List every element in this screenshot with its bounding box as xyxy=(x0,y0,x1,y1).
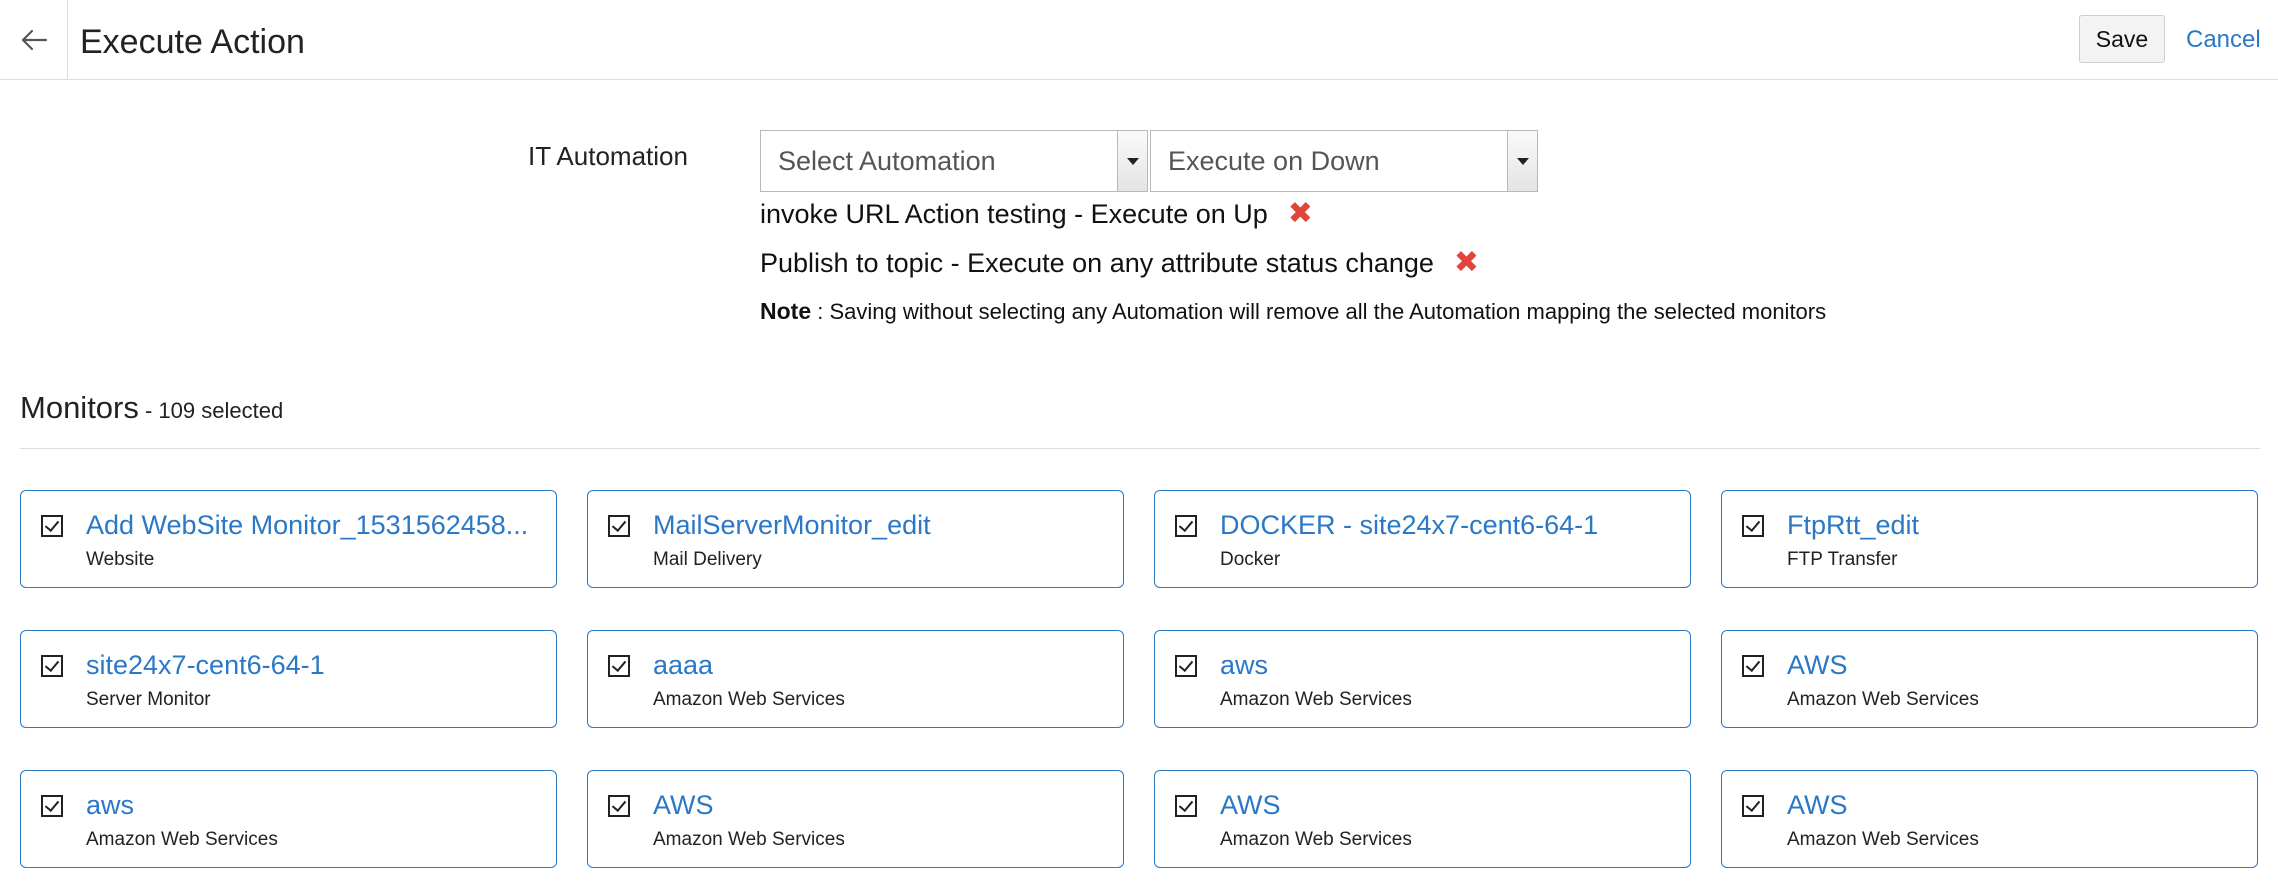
monitor-checkbox[interactable] xyxy=(41,795,63,817)
automation-mapping-item: Publish to topic - Execute on any attrib… xyxy=(760,246,1479,280)
monitor-checkbox[interactable] xyxy=(608,795,630,817)
execute-condition-dropdown[interactable]: Execute on Down xyxy=(1150,130,1538,192)
monitor-card[interactable]: AWS Amazon Web Services xyxy=(1154,770,1691,868)
monitor-type: Amazon Web Services xyxy=(1220,689,1412,710)
monitor-name-link[interactable]: AWS xyxy=(653,788,1108,822)
select-automation-dropdown[interactable]: Select Automation xyxy=(760,130,1148,192)
monitor-checkbox[interactable] xyxy=(1175,515,1197,537)
page-title: Execute Action xyxy=(80,23,305,61)
monitor-checkbox[interactable] xyxy=(1742,795,1764,817)
monitor-type: Mail Delivery xyxy=(653,549,762,570)
monitor-name-link[interactable]: site24x7-cent6-64-1 xyxy=(86,648,541,682)
monitor-type: Website xyxy=(86,549,155,570)
monitor-type: FTP Transfer xyxy=(1787,549,1898,570)
page-header: Execute Action Save Cancel xyxy=(0,0,2278,80)
monitor-checkbox[interactable] xyxy=(608,515,630,537)
monitor-checkbox[interactable] xyxy=(41,515,63,537)
remove-icon[interactable]: ✖ xyxy=(1288,199,1313,229)
automation-mapping-label: invoke URL Action testing - Execute on U… xyxy=(760,199,1268,229)
monitor-name-link[interactable]: AWS xyxy=(1787,648,2242,682)
monitor-checkbox[interactable] xyxy=(1175,795,1197,817)
monitor-card[interactable]: aaaa Amazon Web Services xyxy=(587,630,1124,728)
monitor-checkbox[interactable] xyxy=(41,655,63,677)
monitor-grid: Add WebSite Monitor_1531562458... Website… xyxy=(20,490,2260,868)
monitor-type: Amazon Web Services xyxy=(1787,829,1979,850)
automation-mapping-item: invoke URL Action testing - Execute on U… xyxy=(760,197,1313,231)
monitor-name-link[interactable]: DOCKER - site24x7-cent6-64-1 xyxy=(1220,508,1675,542)
save-button[interactable]: Save xyxy=(2079,15,2165,63)
divider xyxy=(20,448,2260,449)
monitor-name-link[interactable]: aaaa xyxy=(653,648,1108,682)
monitor-type: Amazon Web Services xyxy=(86,829,278,850)
monitor-type: Amazon Web Services xyxy=(653,689,845,710)
monitor-type: Amazon Web Services xyxy=(1220,829,1412,850)
monitor-card[interactable]: FtpRtt_edit FTP Transfer xyxy=(1721,490,2258,588)
monitor-card[interactable]: MailServerMonitor_edit Mail Delivery xyxy=(587,490,1124,588)
monitor-card[interactable]: site24x7-cent6-64-1 Server Monitor xyxy=(20,630,557,728)
cancel-link[interactable]: Cancel xyxy=(2186,23,2261,57)
monitor-type: Server Monitor xyxy=(86,689,211,710)
monitor-name-link[interactable]: AWS xyxy=(1787,788,2242,822)
select-automation-value: Select Automation xyxy=(778,146,996,176)
back-button[interactable] xyxy=(0,0,68,80)
execute-condition-value: Execute on Down xyxy=(1168,146,1380,176)
arrow-left-icon xyxy=(21,29,47,51)
monitor-checkbox[interactable] xyxy=(1742,515,1764,537)
monitor-card[interactable]: aws Amazon Web Services xyxy=(1154,630,1691,728)
monitors-heading: Monitors - 109 selected xyxy=(20,388,283,431)
chevron-down-icon xyxy=(1117,131,1147,191)
monitor-name-link[interactable]: AWS xyxy=(1220,788,1675,822)
monitor-card[interactable]: DOCKER - site24x7-cent6-64-1 Docker xyxy=(1154,490,1691,588)
monitors-title: Monitors xyxy=(20,390,139,425)
monitor-checkbox[interactable] xyxy=(1175,655,1197,677)
monitor-checkbox[interactable] xyxy=(1742,655,1764,677)
note-text: Note : Saving without selecting any Auto… xyxy=(760,296,1826,327)
monitor-card[interactable]: AWS Amazon Web Services xyxy=(1721,770,2258,868)
selected-count: - 109 selected xyxy=(138,398,284,423)
monitor-name-link[interactable]: aws xyxy=(1220,648,1675,682)
note-label: Note xyxy=(760,298,812,324)
monitor-name-link[interactable]: aws xyxy=(86,788,541,822)
monitor-name-link[interactable]: FtpRtt_edit xyxy=(1787,508,2242,542)
monitor-type: Docker xyxy=(1220,549,1281,570)
monitor-type: Amazon Web Services xyxy=(653,829,845,850)
it-automation-label: IT Automation xyxy=(528,141,688,171)
note-body: : Saving without selecting any Automatio… xyxy=(811,299,1827,324)
monitor-name-link[interactable]: MailServerMonitor_edit xyxy=(653,508,1108,542)
monitor-checkbox[interactable] xyxy=(608,655,630,677)
chevron-down-icon xyxy=(1507,131,1537,191)
monitor-card[interactable]: Add WebSite Monitor_1531562458... Website xyxy=(20,490,557,588)
monitor-card[interactable]: aws Amazon Web Services xyxy=(20,770,557,868)
monitor-name-link[interactable]: Add WebSite Monitor_1531562458... xyxy=(86,508,541,542)
monitor-type: Amazon Web Services xyxy=(1787,689,1979,710)
monitor-card[interactable]: AWS Amazon Web Services xyxy=(1721,630,2258,728)
automation-mapping-label: Publish to topic - Execute on any attrib… xyxy=(760,248,1434,278)
monitor-card[interactable]: AWS Amazon Web Services xyxy=(587,770,1124,868)
remove-icon[interactable]: ✖ xyxy=(1454,248,1479,278)
